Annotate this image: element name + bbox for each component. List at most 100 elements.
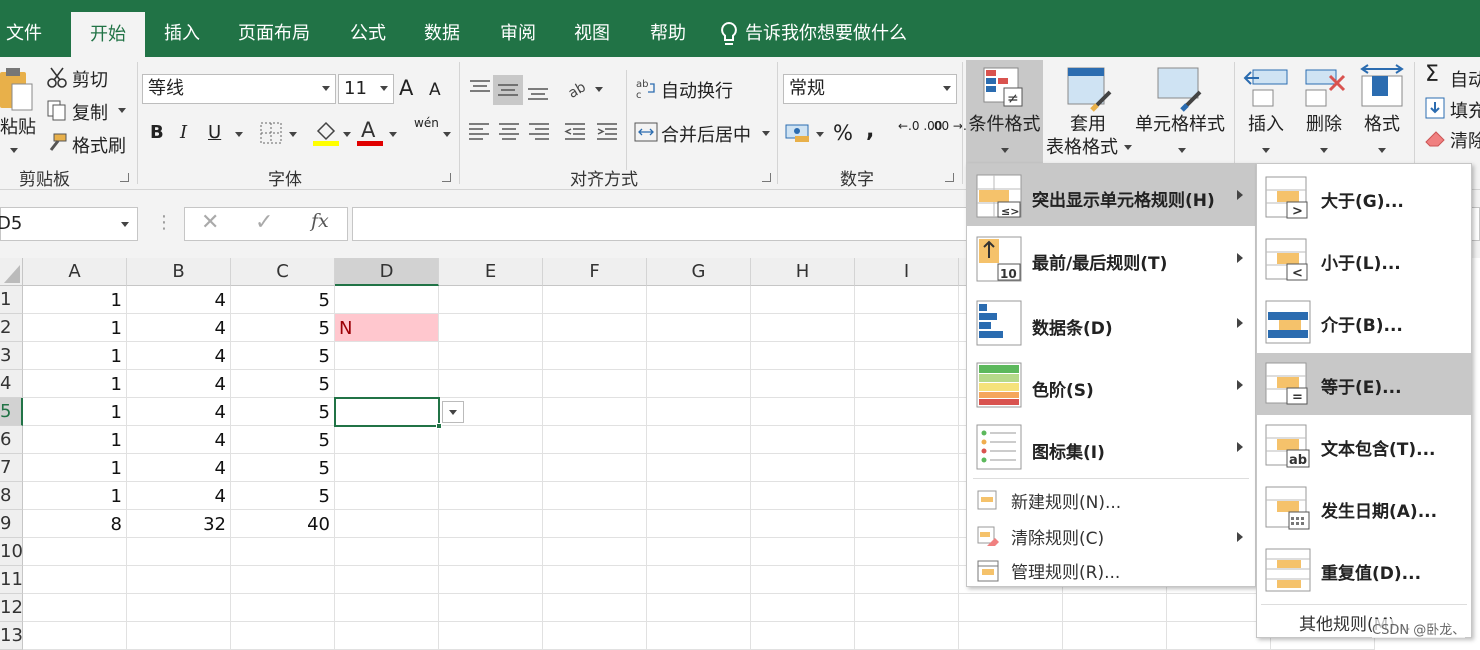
- cell[interactable]: [335, 594, 439, 622]
- clipboard-launcher-icon[interactable]: [120, 173, 129, 182]
- cell[interactable]: [751, 398, 855, 426]
- submenu-duplicate-values[interactable]: 重复值(D)...: [1257, 539, 1471, 601]
- menu-item-top-bottom-rules[interactable]: 10 最前/最后规则(T): [967, 228, 1255, 290]
- validation-dropdown-button[interactable]: [442, 401, 464, 423]
- cell[interactable]: [543, 314, 647, 342]
- drag-handle-icon[interactable]: ⋮: [155, 212, 173, 233]
- cell[interactable]: [231, 538, 335, 566]
- cell[interactable]: [855, 454, 959, 482]
- tab-home[interactable]: 开始: [71, 12, 145, 57]
- shrink-font-button[interactable]: A: [429, 80, 441, 100]
- cell[interactable]: [855, 566, 959, 594]
- cell[interactable]: [543, 622, 647, 650]
- row-header[interactable]: 12: [0, 594, 23, 622]
- cell[interactable]: [647, 398, 751, 426]
- cell[interactable]: 4: [127, 342, 231, 370]
- cell[interactable]: [23, 538, 127, 566]
- copy-dropdown-icon[interactable]: [118, 108, 126, 113]
- cell[interactable]: [439, 454, 543, 482]
- cell[interactable]: [543, 370, 647, 398]
- tab-insert[interactable]: 插入: [164, 0, 200, 57]
- cell[interactable]: [23, 594, 127, 622]
- cell[interactable]: [751, 482, 855, 510]
- cell[interactable]: [335, 482, 439, 510]
- menu-item-highlight-rules[interactable]: ≤> 突出显示单元格规则(H): [967, 164, 1255, 226]
- orientation-dropdown-icon[interactable]: [595, 87, 603, 92]
- cell[interactable]: [855, 622, 959, 650]
- column-header-b[interactable]: B: [127, 258, 231, 286]
- menu-item-color-scales[interactable]: 色阶(S): [967, 354, 1255, 416]
- cell[interactable]: [439, 538, 543, 566]
- italic-button[interactable]: I: [180, 122, 187, 143]
- cell[interactable]: [855, 342, 959, 370]
- cell[interactable]: [543, 566, 647, 594]
- font-name-select[interactable]: 等线: [142, 74, 336, 104]
- underline-dropdown-icon[interactable]: [235, 132, 243, 137]
- tab-help[interactable]: 帮助: [650, 0, 686, 57]
- tab-review[interactable]: 审阅: [500, 0, 536, 57]
- cell[interactable]: 1: [23, 342, 127, 370]
- font-color-button[interactable]: A: [361, 118, 375, 142]
- column-header-g[interactable]: G: [647, 258, 751, 286]
- cell[interactable]: [231, 622, 335, 650]
- cell[interactable]: [439, 314, 543, 342]
- scissors-icon[interactable]: [46, 66, 68, 88]
- menu-item-clear-rules[interactable]: 清除规则(C): [967, 518, 1255, 554]
- fill-color-icon[interactable]: [313, 119, 339, 147]
- row-header[interactable]: 7: [0, 454, 23, 482]
- cell[interactable]: [127, 622, 231, 650]
- cell[interactable]: [855, 482, 959, 510]
- cell[interactable]: [543, 426, 647, 454]
- format-as-table-icon[interactable]: [1066, 66, 1114, 112]
- cell[interactable]: [439, 426, 543, 454]
- submenu-between[interactable]: 介于(B)...: [1257, 291, 1471, 353]
- format-painter-icon[interactable]: [46, 132, 68, 154]
- cell[interactable]: 4: [127, 286, 231, 314]
- cell[interactable]: [335, 286, 439, 314]
- copy-icon[interactable]: [46, 99, 68, 121]
- cell[interactable]: [127, 594, 231, 622]
- menu-item-manage-rules[interactable]: 管理规则(R)...: [967, 554, 1255, 588]
- fill-color-dropdown-icon[interactable]: [343, 132, 351, 137]
- cell[interactable]: [647, 566, 751, 594]
- submenu-less-than[interactable]: < 小于(L)...: [1257, 229, 1471, 291]
- cut-button[interactable]: 剪切: [72, 66, 108, 92]
- merge-center-button[interactable]: 合并后居中: [661, 121, 751, 147]
- cell[interactable]: [335, 538, 439, 566]
- confirm-icon[interactable]: ✓: [255, 210, 273, 235]
- font-launcher-icon[interactable]: [442, 173, 451, 182]
- cell[interactable]: 5: [231, 286, 335, 314]
- cell[interactable]: 1: [23, 426, 127, 454]
- cell[interactable]: [543, 286, 647, 314]
- cell[interactable]: [439, 594, 543, 622]
- tab-view[interactable]: 视图: [574, 0, 610, 57]
- percent-button[interactable]: %: [833, 121, 853, 145]
- cell[interactable]: 1: [23, 370, 127, 398]
- cell[interactable]: [127, 566, 231, 594]
- cell[interactable]: [751, 370, 855, 398]
- wrap-text-button[interactable]: 自动换行: [661, 77, 733, 103]
- comma-button[interactable]: ,: [866, 118, 874, 143]
- cell[interactable]: [543, 594, 647, 622]
- cell[interactable]: [647, 482, 751, 510]
- cell[interactable]: [647, 342, 751, 370]
- column-header-d[interactable]: D: [335, 258, 439, 286]
- cell[interactable]: 8: [23, 510, 127, 538]
- menu-item-new-rule[interactable]: 新建规则(N)...: [967, 482, 1255, 518]
- cell[interactable]: [647, 286, 751, 314]
- cell[interactable]: 5: [231, 342, 335, 370]
- autosum-button[interactable]: 自动: [1450, 66, 1480, 92]
- font-color-dropdown-icon[interactable]: [389, 132, 397, 137]
- cell[interactable]: [855, 314, 959, 342]
- fill-down-icon[interactable]: [1425, 97, 1445, 119]
- cell[interactable]: [647, 538, 751, 566]
- number-format-select[interactable]: 常规: [783, 74, 957, 104]
- cell[interactable]: [439, 566, 543, 594]
- cell[interactable]: [543, 538, 647, 566]
- tab-file[interactable]: 文件: [6, 0, 42, 57]
- cell[interactable]: [855, 538, 959, 566]
- row-header[interactable]: 4: [0, 370, 23, 398]
- name-box[interactable]: D5: [0, 207, 138, 241]
- cell[interactable]: 4: [127, 482, 231, 510]
- cell[interactable]: 1: [23, 482, 127, 510]
